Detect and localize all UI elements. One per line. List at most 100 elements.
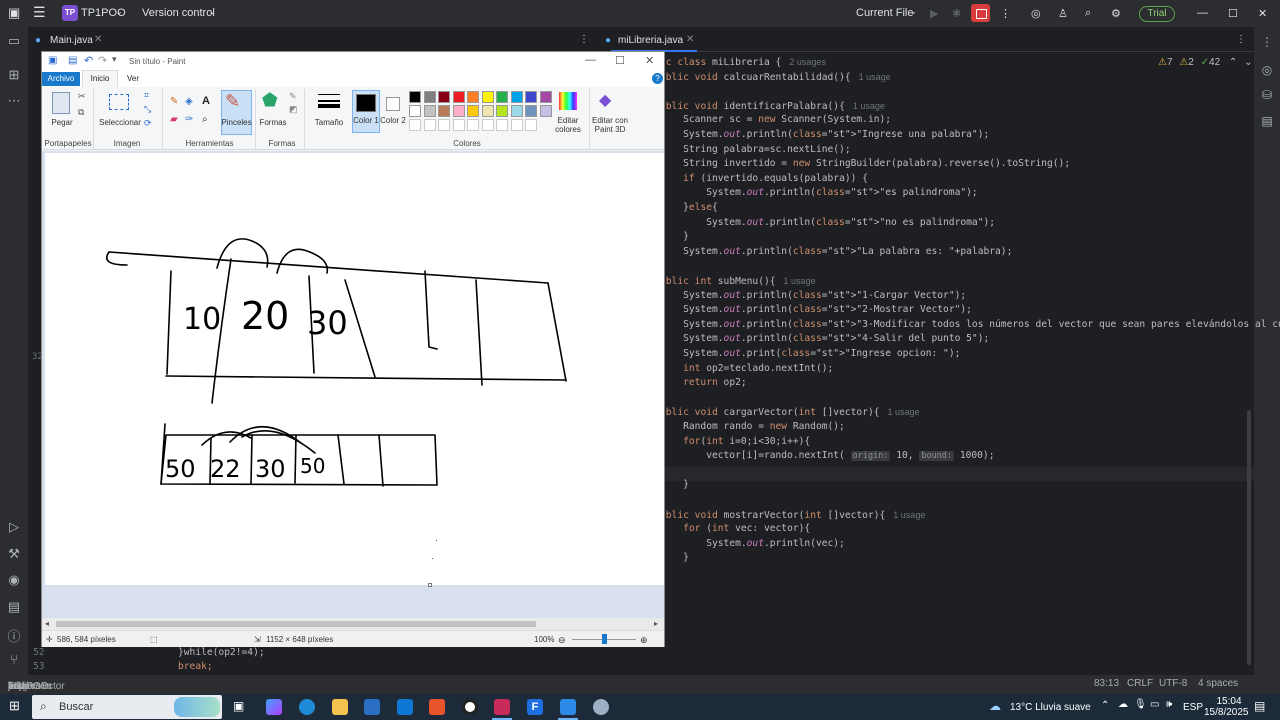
notifications-icon[interactable]: ⋮ [1259,35,1275,49]
clock-date[interactable]: 15/8/2025 [1204,707,1249,718]
canvas-resize-handle[interactable] [428,583,432,587]
palette-swatch[interactable] [423,105,436,117]
minimize-icon[interactable]: — [1197,7,1208,19]
main-menu-icon[interactable]: ☰ [33,4,46,21]
github-icon[interactable] [462,699,478,715]
tab-inicio[interactable]: Inicio [82,70,118,87]
usages-hint[interactable]: 1 usage [859,72,891,82]
close-icon[interactable]: ✕ [1258,7,1267,20]
battery-icon[interactable]: ▭ [1150,699,1159,710]
zoom-in-icon[interactable]: ⊕ [640,635,648,646]
usages-hint[interactable]: 2 usages [789,57,826,67]
main-java-code[interactable]: 52 53 }while(op2!=4); break; [28,644,598,675]
palette-swatch[interactable] [467,91,479,103]
palette-swatch[interactable] [496,91,508,103]
search-icon[interactable]: ⌕ [1085,7,1091,20]
weather-text[interactable]: 13°C Lluvia suave [1010,702,1091,713]
minimize-icon[interactable]: — [585,54,596,66]
close-icon[interactable]: ✕ [645,54,654,67]
run-icon[interactable]: ▶ [930,7,938,20]
palette-swatch-empty[interactable] [481,119,494,131]
magnifier-icon[interactable]: ⌕ [202,114,208,125]
palette-swatch[interactable] [409,91,421,103]
intellij-icon[interactable] [494,699,510,715]
maximize-icon[interactable]: ☐ [1228,7,1238,20]
build-icon[interactable]: ⚒ [6,546,22,562]
app-logo-icon[interactable]: ▣ [8,5,20,21]
drawing-canvas[interactable]: 10 20 30 50 22 30 50 [45,153,664,585]
tab-ver[interactable]: Ver [127,74,139,83]
windows-start-icon[interactable]: ⊞ [9,698,20,714]
palette-swatch-empty[interactable] [496,119,508,131]
palette-swatch-empty[interactable] [438,119,450,131]
close-tab-icon[interactable]: ✕ [94,34,102,45]
scroll-thumb[interactable] [56,621,536,627]
tab-main-java[interactable]: Main.java [50,35,93,46]
help-icon[interactable]: ? [652,73,663,84]
edit-paint3d-button[interactable]: Editar con Paint 3D [588,116,632,134]
zoom-slider-thumb[interactable] [602,634,607,644]
copilot-icon[interactable] [266,699,282,715]
palette-swatch[interactable] [438,91,450,103]
palette-swatch[interactable] [438,105,450,117]
resize-icon[interactable]: ⤡ [144,104,151,115]
volume-icon[interactable]: 🕪︎ [1166,699,1172,710]
breadcrumb-item[interactable]: cargarVector [8,681,65,692]
tab-options-icon[interactable]: ⋮ [1236,34,1246,45]
copy-icon[interactable]: ⧉ [78,107,84,118]
code-editor[interactable]: ic class miLibreria {2 usages ublic void … [660,55,1280,667]
stop-button[interactable] [971,4,990,22]
redo-icon[interactable]: ↷ [98,54,107,67]
paste-button[interactable]: Pegar [47,118,77,127]
pencil-icon[interactable]: ✎ [170,96,178,107]
palette-swatch[interactable] [452,105,465,117]
undo-icon[interactable]: ↶ [84,54,93,67]
edit-colors-button[interactable]: Editar colores [550,116,586,134]
palette-swatch[interactable] [510,91,523,103]
store-icon[interactable] [364,699,380,715]
palette-swatch[interactable] [539,91,552,103]
rotate-icon[interactable]: ⟳ [144,118,152,129]
task-view-icon[interactable]: ▣ [233,699,249,715]
eraser-icon[interactable]: ▰ [170,114,178,125]
palette-swatch[interactable] [409,105,421,117]
usages-hint[interactable]: 1 usage [893,510,925,520]
mic-icon[interactable]: 🎙︎ [1134,699,1147,710]
palette-swatch[interactable] [481,105,494,117]
edge-icon[interactable] [299,699,315,715]
tab-options-icon[interactable]: ⋮ [579,34,589,45]
debug-icon[interactable]: ✱ [952,7,961,20]
language-indicator[interactable]: ESP [1183,702,1203,713]
indent-setting[interactable]: 4 spaces [1198,678,1238,689]
fill-icon[interactable]: ◈ [185,96,193,107]
formulario-icon[interactable]: F [527,699,543,715]
tab-archivo[interactable]: Archivo [42,72,80,86]
text-tool-icon[interactable]: A [202,95,210,107]
select-button[interactable]: Seleccionar [97,118,143,127]
palette-swatch-empty[interactable] [423,119,436,131]
paint-taskbar-icon[interactable] [560,699,576,715]
usages-hint[interactable]: 1 usage [784,276,816,286]
caret-position[interactable]: 83:13 [1094,678,1119,689]
ai-assistant-icon[interactable]: ◎ [1031,7,1041,20]
folder-icon[interactable]: ▭ [6,33,22,49]
user-icon[interactable]: ♙ [1058,7,1068,20]
settings-gear-icon[interactable]: ⚙ [1111,7,1121,20]
structure-icon[interactable]: ⊞ [6,67,22,83]
usages-hint[interactable]: 1 usage [888,407,920,417]
problems-icon[interactable]: ⓘ [6,626,22,645]
tab-milibreria-java[interactable]: miLibreria.java [618,35,683,46]
palette-swatch[interactable] [452,91,465,103]
color-picker-icon[interactable]: ✑ [185,114,193,125]
save-icon[interactable]: ▤ [68,55,77,66]
fill-shape-icon[interactable]: ◩ [289,104,298,115]
outline-icon[interactable]: ✎ [289,91,297,102]
size-button[interactable]: Tamaño [310,118,348,127]
palette-swatch[interactable] [496,105,508,117]
line-separator[interactable]: CRLF [1127,678,1153,689]
palette-swatch-empty[interactable] [467,119,479,131]
run-tool-icon[interactable]: ▷ [6,519,22,535]
tray-chevron-icon[interactable]: ⌃ [1101,700,1109,711]
palette-swatch[interactable] [510,105,523,117]
scroll-left-icon[interactable]: ◂ [45,619,49,628]
